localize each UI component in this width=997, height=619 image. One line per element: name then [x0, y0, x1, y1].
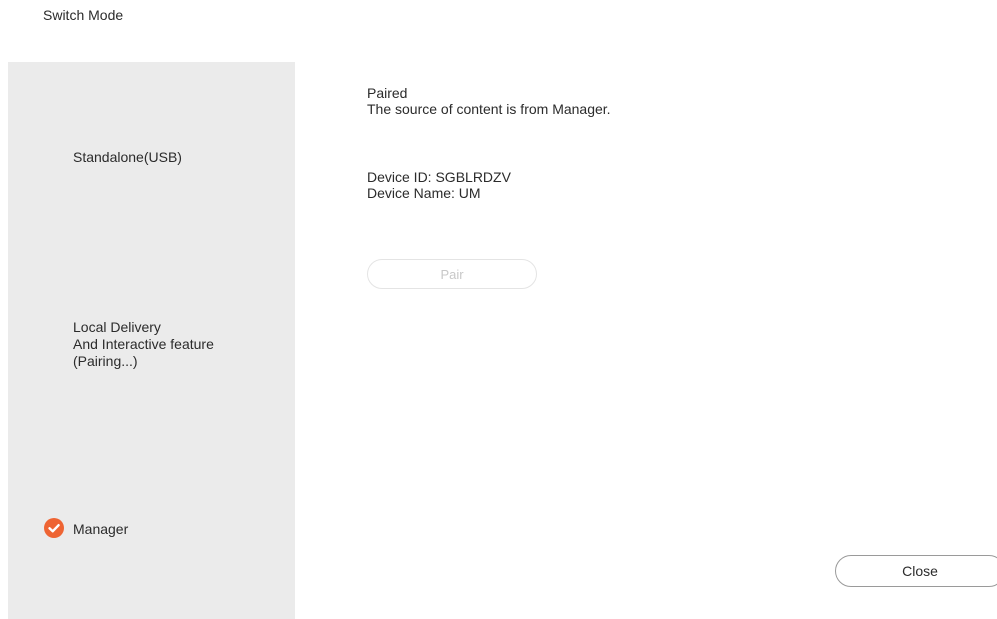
status-description: The source of content is from Manager. [367, 101, 611, 117]
mode-option-local-delivery[interactable]: Local Delivery And Interactive feature (… [73, 319, 273, 370]
close-button[interactable]: Close [835, 555, 997, 587]
mode-label: And Interactive feature [73, 336, 214, 352]
mode-option-manager[interactable]: Manager [73, 521, 273, 538]
mode-label: Standalone(USB) [73, 149, 182, 165]
mode-option-standalone-usb[interactable]: Standalone(USB) [73, 149, 273, 166]
check-circle-icon [44, 518, 64, 538]
device-name: Device Name: UM [367, 185, 481, 201]
status-title: Paired [367, 85, 408, 101]
pair-button[interactable]: Pair [367, 259, 537, 289]
status-section: Paired The source of content is from Man… [367, 85, 611, 117]
mode-label: Local Delivery [73, 319, 161, 335]
device-info: Device ID: SGBLRDZV Device Name: UM [367, 169, 511, 201]
mode-label: Manager [73, 521, 129, 537]
mode-status: (Pairing...) [73, 353, 138, 369]
mode-sidebar: Standalone(USB) Local Delivery And Inter… [8, 62, 295, 619]
device-id: Device ID: SGBLRDZV [367, 169, 511, 185]
page-title: Switch Mode [43, 7, 124, 23]
